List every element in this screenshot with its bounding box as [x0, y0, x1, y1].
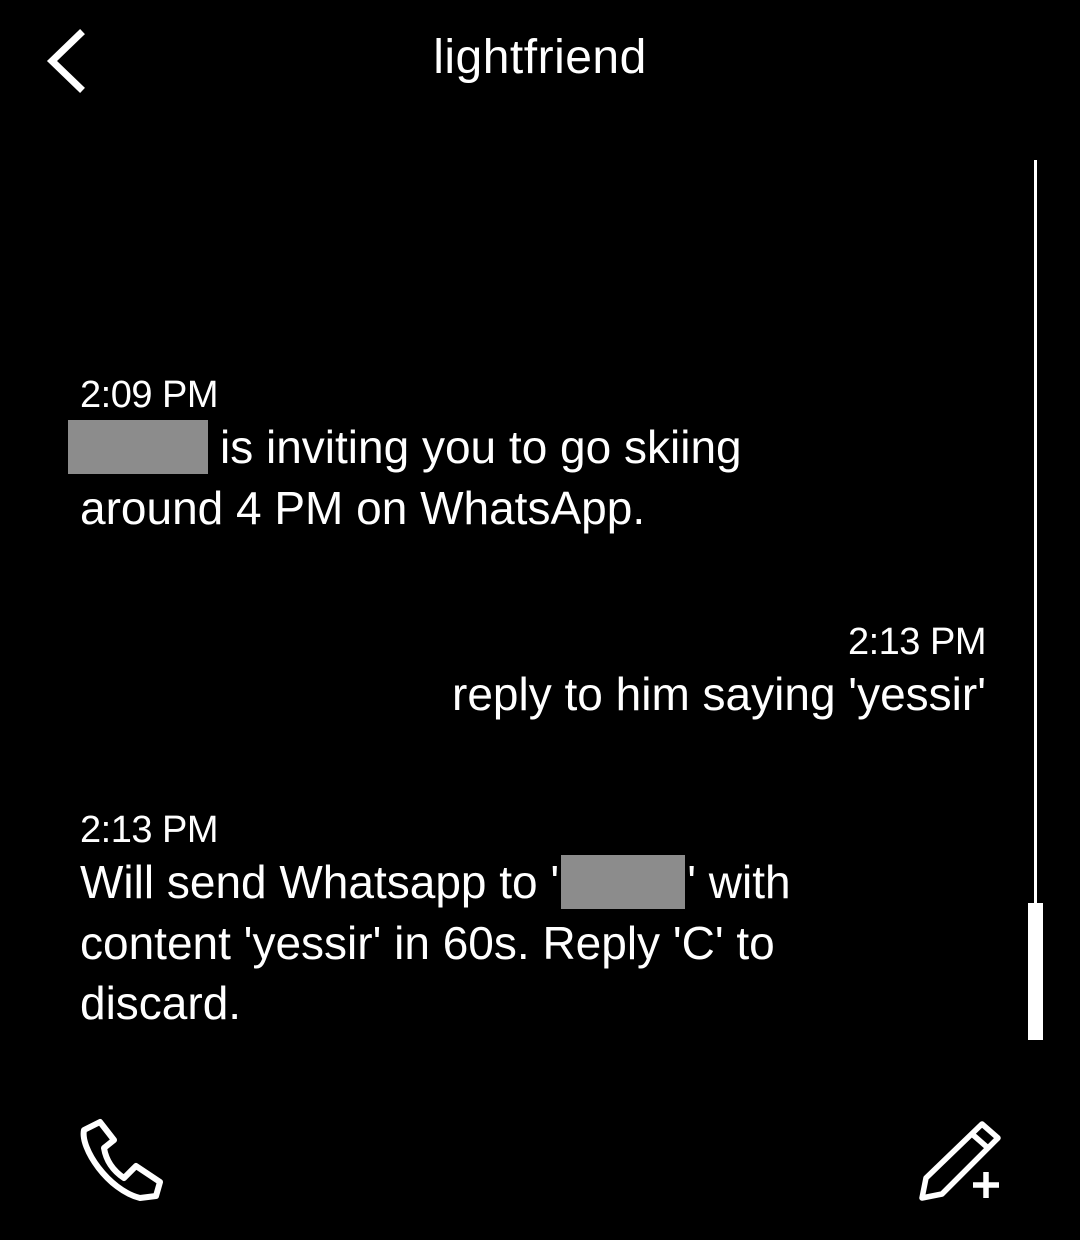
message-timestamp: 2:13 PM	[847, 621, 987, 663]
message-timestamp: 2:09 PM	[80, 374, 219, 416]
message-line: is inviting you to go skiing	[220, 421, 742, 473]
message-incoming: 2:09 PM is inviting you to go skiing aro…	[68, 373, 960, 538]
message-line: Will send Whatsapp to '	[80, 856, 560, 908]
top-bar: lightfriend	[0, 0, 1080, 120]
call-button[interactable]	[78, 1118, 164, 1204]
message-line: around 4 PM on WhatsApp.	[80, 481, 646, 534]
message-line: content 'yessir' in 60s. Reply 'C' to	[80, 916, 775, 969]
scrollbar-thumb[interactable]	[1028, 903, 1043, 1040]
redacted-contact-name	[561, 854, 686, 909]
message-text: is inviting you to go skiing around 4 PM…	[68, 417, 960, 538]
message-text: reply to him saying 'yessir'	[452, 668, 986, 720]
pencil-plus-icon	[919, 1121, 1001, 1201]
message-incoming: 2:13 PM Will send Whatsapp to ' ' with co…	[80, 808, 980, 1033]
phone-icon	[80, 1119, 163, 1201]
message-line: ' with	[687, 856, 791, 908]
redacted-contact-name	[68, 419, 208, 474]
message-text: Will send Whatsapp to ' ' with content 'y…	[80, 852, 980, 1033]
page-title: lightfriend	[433, 31, 647, 84]
message-line: discard.	[80, 976, 242, 1029]
message-timestamp: 2:13 PM	[80, 809, 219, 851]
compose-button[interactable]	[916, 1118, 1006, 1204]
message-outgoing: 2:13 PM reply to him saying 'yessir'	[186, 620, 986, 724]
